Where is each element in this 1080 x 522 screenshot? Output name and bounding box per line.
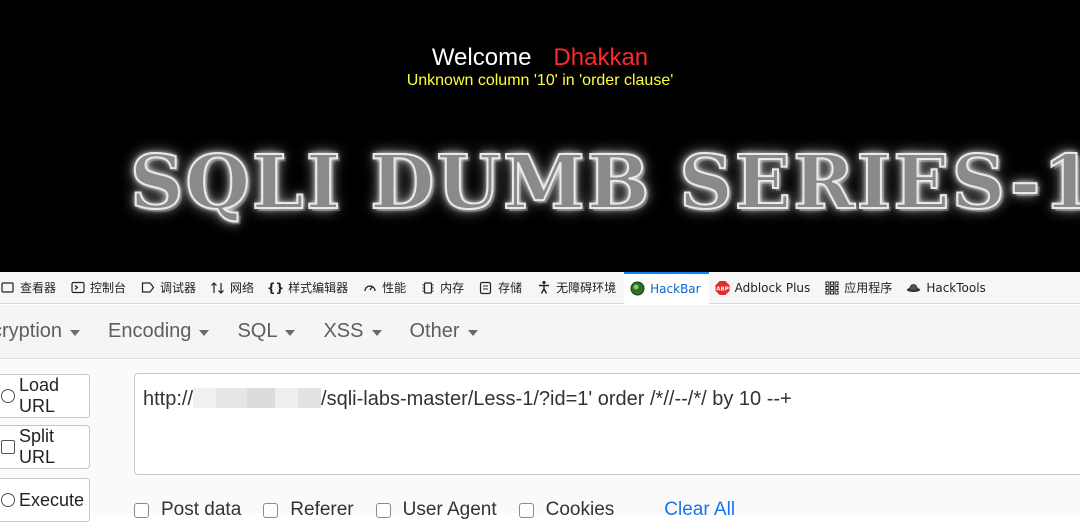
menu-sql[interactable]: SQL bbox=[237, 320, 296, 343]
performance-icon bbox=[362, 280, 377, 295]
hacktools-icon bbox=[906, 280, 921, 295]
web-page-viewport: Welcome Dhakkan Unknown column '10' in 'o… bbox=[0, 0, 1080, 272]
console-icon bbox=[70, 280, 85, 295]
menu-label: cryption bbox=[0, 320, 63, 342]
checkbox[interactable] bbox=[134, 502, 149, 518]
split-url-button[interactable]: Split URL bbox=[0, 425, 90, 469]
chevron-down-icon bbox=[371, 329, 382, 336]
tab-label: 应用程序 bbox=[844, 281, 893, 295]
menu-label: Encoding bbox=[108, 320, 192, 342]
split-icon bbox=[1, 440, 15, 454]
accessibility-icon bbox=[536, 280, 551, 295]
tab-label: 网络 bbox=[230, 281, 255, 295]
tab-debugger[interactable]: 调试器 bbox=[134, 272, 204, 304]
svg-text:ABP: ABP bbox=[716, 286, 729, 292]
memory-icon bbox=[420, 280, 435, 295]
storage-icon bbox=[478, 280, 493, 295]
option-referer[interactable]: Referer bbox=[263, 499, 354, 521]
option-label: Referer bbox=[290, 499, 354, 520]
style-editor-icon: {} bbox=[267, 280, 285, 295]
devtools-tab-bar: 查看器 控制台 调试器 网络 {} 样式编辑器 性能 内存 存储 无障碍环境 H… bbox=[0, 271, 1080, 304]
chevron-down-icon bbox=[199, 329, 210, 336]
load-url-button[interactable]: Load URL bbox=[0, 374, 90, 418]
option-label: Cookies bbox=[545, 499, 615, 520]
url-path: /sqli-labs-master/Less-1/?id=1' order /*… bbox=[321, 388, 792, 410]
menu-other[interactable]: Other bbox=[410, 320, 478, 343]
option-post-data[interactable]: Post data bbox=[134, 499, 241, 521]
inspector-icon bbox=[0, 280, 15, 295]
user-name: Dhakkan bbox=[553, 44, 649, 71]
tab-network[interactable]: 网络 bbox=[204, 272, 262, 304]
debugger-icon bbox=[140, 280, 155, 295]
welcome-line: Welcome Dhakkan bbox=[0, 44, 1080, 72]
banner-title: SQLI DUMB SERIES-1 bbox=[129, 139, 1080, 227]
menu-label: Other bbox=[409, 320, 460, 342]
network-icon bbox=[210, 280, 225, 295]
tab-label: 性能 bbox=[382, 281, 407, 295]
tab-performance[interactable]: 性能 bbox=[356, 272, 414, 304]
tab-style-editor[interactable]: {} 样式编辑器 bbox=[262, 272, 356, 304]
abp-icon: ABP bbox=[715, 280, 730, 295]
tab-label: HackTools bbox=[926, 280, 986, 295]
execute-icon bbox=[1, 493, 15, 507]
tab-label: 内存 bbox=[440, 281, 465, 295]
button-label: Load URL bbox=[19, 375, 60, 416]
tab-label: 查看器 bbox=[20, 281, 57, 295]
url-prefix: http:// bbox=[143, 388, 194, 410]
menu-encoding[interactable]: Encoding bbox=[108, 320, 210, 343]
option-label: User Agent bbox=[402, 499, 497, 520]
tab-label: 调试器 bbox=[160, 281, 197, 295]
welcome-label: Welcome bbox=[431, 44, 532, 71]
url-input[interactable]: http:// /sqli-labs-master/Less-1/?id=1' o… bbox=[134, 373, 1080, 475]
tab-label: 无障碍环境 bbox=[556, 281, 617, 295]
load-icon bbox=[1, 389, 15, 403]
page-banner: SQLI DUMB SERIES-1 bbox=[129, 139, 1080, 230]
chevron-down-icon bbox=[285, 329, 296, 336]
request-options: Post data Referer User Agent Cookies Cle… bbox=[134, 499, 735, 521]
chevron-down-icon bbox=[70, 329, 81, 336]
clear-all-link[interactable]: Clear All bbox=[664, 499, 735, 521]
option-user-agent[interactable]: User Agent bbox=[375, 499, 497, 521]
tab-accessibility[interactable]: 无障碍环境 bbox=[530, 272, 624, 304]
tab-label: Adblock Plus bbox=[734, 280, 811, 295]
tab-label: 控制台 bbox=[90, 281, 127, 295]
tab-application[interactable]: 应用程序 bbox=[818, 272, 900, 304]
menu-label: XSS bbox=[323, 320, 364, 342]
sql-error-message: Unknown column '10' in 'order clause' bbox=[406, 72, 674, 89]
tab-storage[interactable]: 存储 bbox=[472, 272, 530, 304]
tab-console[interactable]: 控制台 bbox=[64, 272, 134, 304]
menu-encryption[interactable]: cryption bbox=[0, 320, 81, 343]
redacted-host bbox=[193, 388, 322, 408]
hackbar-menu: cryption Encoding SQL XSS Other bbox=[0, 305, 1080, 359]
checkbox[interactable] bbox=[518, 502, 534, 518]
application-icon bbox=[824, 280, 839, 295]
button-label: Split URL bbox=[19, 426, 56, 467]
chevron-down-icon bbox=[467, 329, 478, 336]
execute-button[interactable]: Execute bbox=[0, 478, 90, 522]
tab-label: HackBar bbox=[650, 281, 701, 296]
button-label: Execute bbox=[19, 489, 85, 510]
checkbox[interactable] bbox=[263, 502, 279, 518]
tab-hacktools[interactable]: HackTools bbox=[900, 272, 993, 304]
menu-xss[interactable]: XSS bbox=[323, 320, 382, 343]
option-label: Post data bbox=[161, 499, 242, 520]
option-cookies[interactable]: Cookies bbox=[518, 499, 615, 521]
tab-inspector[interactable]: 查看器 bbox=[0, 272, 64, 304]
tab-label: 存储 bbox=[498, 281, 523, 295]
tab-hackbar[interactable]: HackBar bbox=[624, 271, 709, 304]
hackbar-icon bbox=[630, 281, 645, 296]
tab-adblock-plus[interactable]: ABP Adblock Plus bbox=[709, 272, 819, 304]
menu-label: SQL bbox=[237, 320, 278, 342]
tab-label: 样式编辑器 bbox=[288, 281, 349, 295]
checkbox[interactable] bbox=[375, 502, 391, 518]
tab-memory[interactable]: 内存 bbox=[414, 272, 472, 304]
